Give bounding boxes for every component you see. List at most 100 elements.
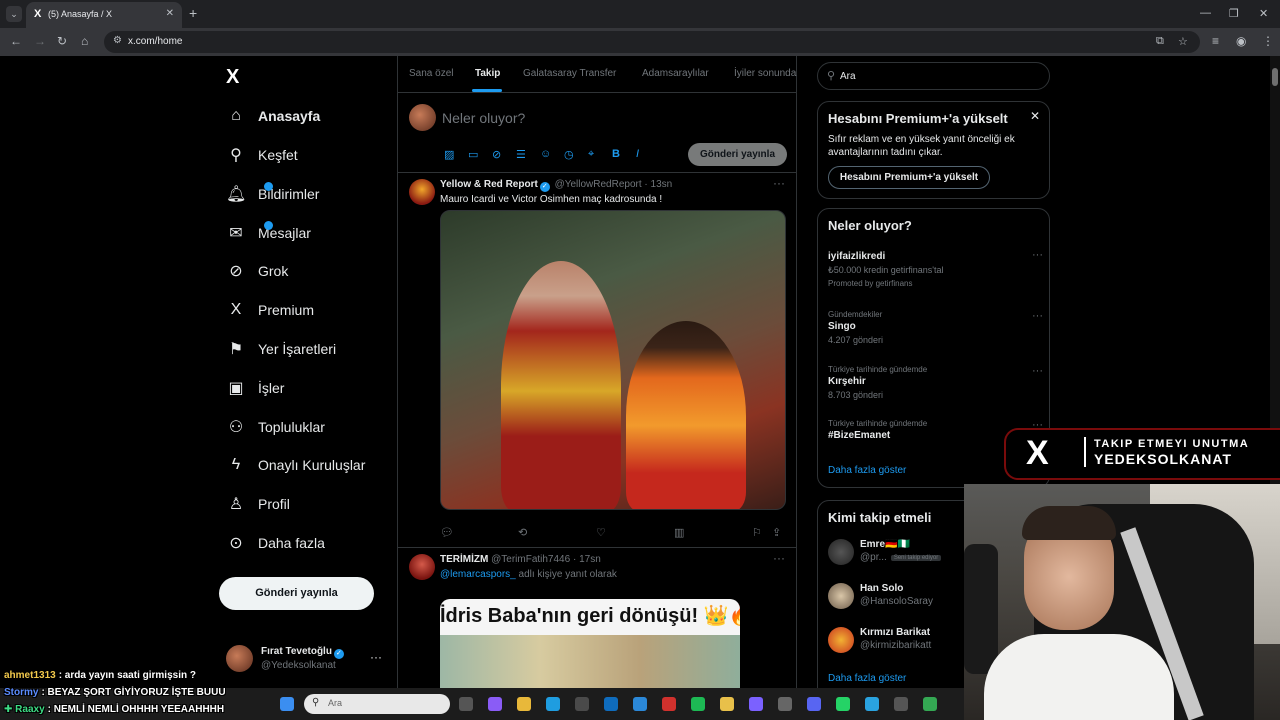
more-dots-icon[interactable]: ··· — [773, 176, 785, 190]
like-icon[interactable]: ♡ — [596, 526, 606, 539]
views-icon[interactable]: ▥ — [674, 526, 684, 539]
x-logo[interactable]: X — [226, 66, 239, 89]
follow-suggestion[interactable]: Kırmızı Barikat @kirmizibarikatt — [828, 625, 968, 655]
sidebar-item-4[interactable]: ✉ Mesajlar — [226, 218, 396, 248]
trend-item[interactable]: Türkiye tarihinde gündemde Kırşehir 8.703 … — [828, 365, 1043, 400]
trend-item[interactable]: iyifaizlikredi ₺50.000 kredin getirfinans… — [828, 249, 1043, 288]
more-dots-icon[interactable]: ··· — [1032, 249, 1043, 261]
follow-suggestion[interactable]: Emre🇩🇪🇳🇬 @pr... Seni takip ediyor — [828, 537, 968, 567]
sidebar-item-2[interactable]: ⚲ Keşfet — [226, 140, 396, 170]
app-icon[interactable] — [720, 697, 734, 711]
trend-item[interactable]: Gündemdekiler Singo 4.207 gönderi ··· — [828, 310, 1043, 345]
home-browser-icon[interactable]: ⌂ — [81, 34, 88, 48]
forward-icon[interactable]: → — [34, 34, 46, 48]
emoji-icon[interactable]: ☺ — [540, 148, 551, 160]
sidebar-item-1[interactable]: ⌂ Anasayfa — [226, 101, 396, 131]
minimize-icon[interactable]: — — [1200, 7, 1211, 19]
poll-icon[interactable]: ☰ — [516, 148, 526, 161]
sidebar-item-12[interactable]: ⊙ Daha fazla — [226, 528, 396, 558]
task-view-icon[interactable] — [459, 697, 473, 711]
tweet-photo[interactable]: İdris Baba'nın geri dönüşü! 👑🔥 — [440, 599, 740, 688]
reply-icon[interactable]: 💬︎ — [440, 526, 454, 539]
account-switcher[interactable]: Fırat Tevetoğlu ✓ @Yedeksolkanat ··· — [226, 644, 386, 676]
reply-mention-link[interactable]: @lemarcaspors_ — [440, 569, 516, 580]
file-explorer-icon[interactable] — [517, 697, 531, 711]
more-dots-icon[interactable]: ··· — [773, 551, 785, 565]
sidebar-item-3[interactable]: 🔔︎ Bildirimler — [226, 179, 396, 209]
store-icon[interactable] — [575, 697, 589, 711]
opera-icon[interactable] — [662, 697, 676, 711]
more-dots-icon[interactable]: ··· — [370, 650, 382, 664]
tab-iyiler-sonunda[interactable]: İyiler sonunda — [734, 68, 796, 79]
edge-icon[interactable] — [546, 697, 560, 711]
tweet-photo[interactable] — [440, 210, 786, 510]
tab-galatasaray-transfer[interactable]: Galatasaray Transfer — [523, 68, 616, 79]
composer-input[interactable]: Neler oluyor? — [442, 110, 525, 126]
address-bar[interactable]: ⚙ x.com/home ⧉ ☆ — [104, 31, 1200, 53]
site-info-icon[interactable]: ⚙ — [113, 35, 122, 46]
back-icon[interactable]: ← — [10, 34, 22, 48]
profile-browser-icon[interactable]: ◉ — [1236, 34, 1246, 48]
show-more-follow-link[interactable]: Daha fazla göster — [828, 673, 906, 684]
italic-icon[interactable]: I — [636, 148, 639, 160]
outlook-icon[interactable] — [604, 697, 618, 711]
chrome-icon[interactable] — [923, 697, 937, 711]
tweet[interactable]: TERİMİZM @TerimFatih7446 · 17sn ··· @lem… — [398, 549, 797, 688]
tweet[interactable]: Yellow & Red Report ✓ @YellowRedReport · … — [398, 174, 797, 548]
schedule-icon[interactable]: ◷ — [564, 148, 574, 161]
maximize-icon[interactable]: ❐ — [1229, 7, 1239, 20]
tab-adamsaraylilar[interactable]: Adamsaraylılar — [642, 68, 709, 79]
trend-context: Gündemdekiler — [828, 310, 883, 319]
reload-icon[interactable]: ↻ — [57, 34, 67, 48]
follow-suggestion[interactable]: Han Solo @HansoloSaray — [828, 581, 968, 611]
whatsapp-icon[interactable] — [836, 697, 850, 711]
spotify-icon[interactable] — [691, 697, 705, 711]
install-icon[interactable]: ⧉ — [1156, 35, 1164, 48]
close-icon[interactable]: ✕ — [1030, 109, 1040, 123]
copilot-icon[interactable] — [488, 697, 502, 711]
composer-post-button[interactable]: Gönderi yayınla — [688, 143, 787, 166]
settings-icon[interactable] — [778, 697, 792, 711]
gif-icon[interactable]: ▭ — [468, 148, 478, 161]
sidebar-item-7[interactable]: ⚑ Yer İşaretleri — [226, 334, 396, 364]
post-button[interactable]: Gönderi yayınla — [219, 577, 374, 610]
sidebar-item-11[interactable]: ♙ Profil — [226, 489, 396, 519]
location-icon[interactable]: ⌖ — [588, 148, 594, 161]
image-icon[interactable]: ▨ — [444, 148, 454, 161]
media-controls-icon[interactable]: ≡ — [1212, 34, 1219, 48]
tweet-author[interactable]: TERİMİZM @TerimFatih7446 · 17sn — [440, 554, 601, 565]
bold-icon[interactable]: B — [612, 148, 620, 160]
show-more-trends-link[interactable]: Daha fazla göster — [828, 465, 906, 476]
bookmark-star-icon[interactable]: ☆ — [1178, 35, 1188, 48]
sidebar-item-8[interactable]: ▣ İşler — [226, 373, 396, 403]
sidebar-item-10[interactable]: ϟ Onaylı Kuruluşlar — [226, 450, 396, 480]
new-tab-icon[interactable]: + — [189, 5, 197, 21]
tab-search-button[interactable]: ⌄ — [6, 6, 22, 22]
sidebar-item-6[interactable]: X Premium — [226, 295, 396, 325]
bookmark-icon[interactable]: ⚐ — [752, 526, 762, 539]
taskbar-search[interactable]: ⚲ Ara — [304, 694, 450, 714]
obs-icon[interactable] — [894, 697, 908, 711]
close-window-icon[interactable]: ✕ — [1259, 7, 1268, 20]
telegram-icon[interactable] — [865, 697, 879, 711]
app-icon[interactable] — [749, 697, 763, 711]
more-dots-icon[interactable]: ··· — [1032, 365, 1043, 377]
grok-compose-icon[interactable]: ⊘ — [492, 148, 501, 161]
more-dots-icon[interactable]: ··· — [1032, 310, 1043, 322]
tab-following[interactable]: Takip — [475, 68, 500, 79]
start-icon[interactable] — [280, 697, 294, 711]
menu-kebab-icon[interactable]: ⋮ — [1262, 34, 1274, 48]
sidebar-item-5[interactable]: ⊘ Grok — [226, 256, 396, 286]
app-icon[interactable] — [807, 697, 821, 711]
app-icon[interactable] — [633, 697, 647, 711]
tweet-author[interactable]: Yellow & Red Report ✓ @YellowRedReport · … — [440, 179, 672, 192]
search-input[interactable]: ⚲ Ara — [817, 62, 1050, 90]
share-icon[interactable]: ⇪ — [772, 526, 781, 539]
retweet-icon[interactable]: ⟲ — [518, 526, 527, 539]
sidebar-item-9[interactable]: ⚇ Topluluklar — [226, 412, 396, 442]
scrollbar-thumb[interactable] — [1272, 68, 1278, 86]
upgrade-premium-button[interactable]: Hesabını Premium+'a yükselt — [828, 166, 990, 189]
browser-tab[interactable]: X (5) Anasayfa / X ✕ — [26, 2, 182, 28]
tab-for-you[interactable]: Sana özel — [409, 68, 453, 79]
close-tab-icon[interactable]: ✕ — [166, 8, 174, 19]
